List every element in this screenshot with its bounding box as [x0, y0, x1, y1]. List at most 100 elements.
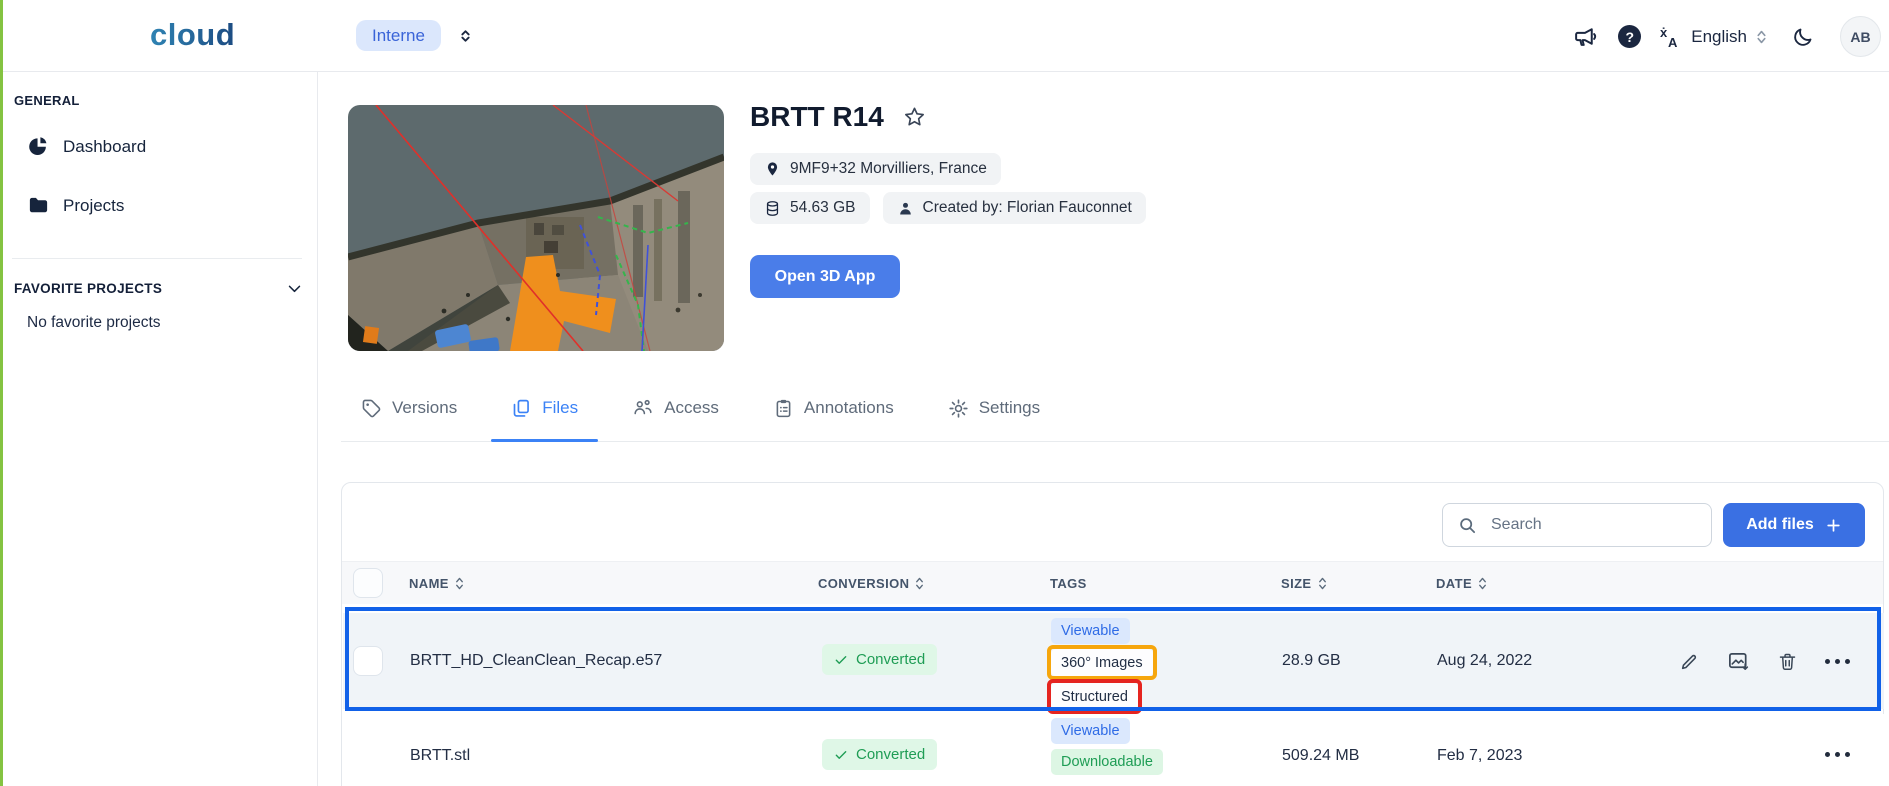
tag-viewable: Viewable	[1051, 718, 1130, 744]
trash-icon	[1777, 651, 1798, 672]
sidebar-section-general: GENERAL	[14, 93, 80, 108]
size-badge: 54.63 GB	[750, 192, 870, 224]
sidebar-item-dashboard[interactable]: Dashboard	[27, 135, 146, 158]
column-label: SIZE	[1281, 576, 1312, 591]
table-header: NAME CONVERSION TAGS SIZE DATE	[342, 561, 1883, 604]
column-header-conversion[interactable]: CONVERSION	[818, 562, 925, 604]
size-text: 54.63 GB	[790, 199, 856, 217]
file-name: BRTT.stl	[410, 747, 470, 765]
tag-icon	[361, 398, 382, 419]
svg-text:A: A	[1668, 35, 1678, 50]
tab-annotations[interactable]: Annotations	[753, 385, 914, 441]
tab-label: Versions	[392, 398, 457, 418]
more-actions-button[interactable]	[1825, 659, 1850, 664]
search-icon	[1457, 515, 1478, 536]
language-selector[interactable]: ẋ A English	[1659, 24, 1768, 50]
search-input[interactable]	[1489, 515, 1697, 535]
top-bar: cloud Interne ? ẋ A English	[0, 0, 1889, 72]
workspace-pill[interactable]: Interne	[356, 20, 441, 51]
translate-icon: ẋ A	[1659, 24, 1683, 50]
sidebar-item-projects[interactable]: Projects	[27, 194, 124, 217]
open-3d-app-button[interactable]: Open 3D App	[750, 255, 900, 298]
clipboard-icon	[773, 398, 794, 419]
sort-icon	[454, 576, 465, 591]
sort-icon	[914, 576, 925, 591]
tab-label: Annotations	[804, 398, 894, 418]
announcements-button[interactable]	[1573, 24, 1598, 49]
conversion-badge: Converted	[822, 739, 937, 770]
help-button[interactable]: ?	[1618, 25, 1641, 48]
add-files-button[interactable]: Add files	[1723, 503, 1865, 547]
workspace-expand-icon[interactable]	[456, 24, 475, 48]
tab-settings[interactable]: Settings	[928, 385, 1060, 441]
conversion-label: Converted	[856, 651, 925, 668]
row-actions	[1679, 650, 1850, 673]
file-size: 509.24 MB	[1282, 747, 1359, 765]
tab-access[interactable]: Access	[612, 385, 739, 441]
column-label: CONVERSION	[818, 576, 909, 591]
file-name: BRTT_HD_CleanClean_Recap.e57	[410, 652, 662, 670]
users-icon	[632, 397, 654, 419]
column-header-date[interactable]: DATE	[1436, 562, 1488, 604]
tab-files[interactable]: Files	[491, 385, 598, 441]
file-size: 28.9 GB	[1282, 652, 1341, 670]
tab-versions[interactable]: Versions	[341, 385, 477, 441]
conversion-label: Converted	[856, 746, 925, 763]
edit-button[interactable]	[1679, 651, 1700, 672]
location-badge: 9MF9+32 Morvilliers, France	[750, 153, 1001, 185]
file-date: Feb 7, 2023	[1437, 747, 1522, 765]
creator-badge: Created by: Florian Fauconnet	[883, 192, 1146, 224]
orange-annotation-box: 360° Images	[1047, 645, 1157, 680]
pie-chart-icon	[27, 135, 50, 158]
delete-button[interactable]	[1777, 651, 1798, 672]
column-label: NAME	[409, 576, 449, 591]
column-label: DATE	[1436, 576, 1472, 591]
row-actions	[1825, 752, 1850, 757]
tab-label: Files	[542, 398, 578, 418]
app-logo[interactable]: cloud	[150, 17, 235, 53]
column-header-size[interactable]: SIZE	[1281, 562, 1328, 604]
pencil-icon	[1679, 651, 1700, 672]
tag-viewable: Viewable	[1051, 618, 1130, 644]
favorites-label: FAVORITE PROJECTS	[14, 281, 162, 296]
star-icon[interactable]	[902, 105, 927, 130]
image-download-icon	[1727, 650, 1750, 673]
table-row[interactable]: BRTT.stl Converted Viewable Downloadable…	[343, 714, 1884, 786]
megaphone-icon	[1573, 24, 1598, 49]
language-label: English	[1691, 27, 1747, 47]
sidebar-item-label: Projects	[63, 196, 124, 216]
top-bar-right: ? ẋ A English AB	[1573, 16, 1881, 57]
database-icon	[764, 200, 781, 217]
files-icon	[511, 398, 532, 419]
language-expand-icon	[1755, 28, 1768, 46]
tag-360-images: 360° Images	[1051, 649, 1153, 676]
page-title: BRTT R14	[750, 101, 884, 133]
folder-icon	[27, 194, 50, 217]
column-header-name[interactable]: NAME	[409, 562, 465, 604]
file-date: Aug 24, 2022	[1437, 652, 1532, 670]
tag-structured: Structured	[1051, 683, 1138, 710]
sidebar-divider	[12, 258, 302, 259]
row-checkbox[interactable]	[353, 646, 383, 676]
person-icon	[897, 200, 914, 217]
more-actions-button[interactable]	[1825, 752, 1850, 757]
favorites-empty-text: No favorite projects	[27, 314, 161, 332]
project-meta-row-1: 9MF9+32 Morvilliers, France	[750, 153, 1001, 185]
table-row[interactable]: BRTT_HD_CleanClean_Recap.e57 Converted V…	[343, 613, 1884, 709]
user-avatar[interactable]: AB	[1840, 16, 1881, 57]
tag-downloadable: Downloadable	[1051, 749, 1163, 775]
image-download-button[interactable]	[1727, 650, 1750, 673]
favorites-section-header[interactable]: FAVORITE PROJECTS	[14, 280, 303, 297]
select-all-checkbox[interactable]	[353, 568, 383, 598]
sidebar-item-label: Dashboard	[63, 137, 146, 157]
sort-icon	[1477, 576, 1488, 591]
app-root: cloud Interne ? ẋ A English	[0, 0, 1889, 786]
location-pin-icon	[764, 161, 781, 178]
tab-label: Settings	[979, 398, 1040, 418]
tags-cell: Viewable 360° Images Structured	[1051, 618, 1157, 714]
creator-text: Created by: Florian Fauconnet	[923, 199, 1132, 217]
gear-icon	[948, 398, 969, 419]
dark-mode-toggle[interactable]	[1792, 26, 1814, 48]
tags-cell: Viewable Downloadable	[1051, 718, 1163, 775]
moon-icon	[1792, 26, 1814, 48]
